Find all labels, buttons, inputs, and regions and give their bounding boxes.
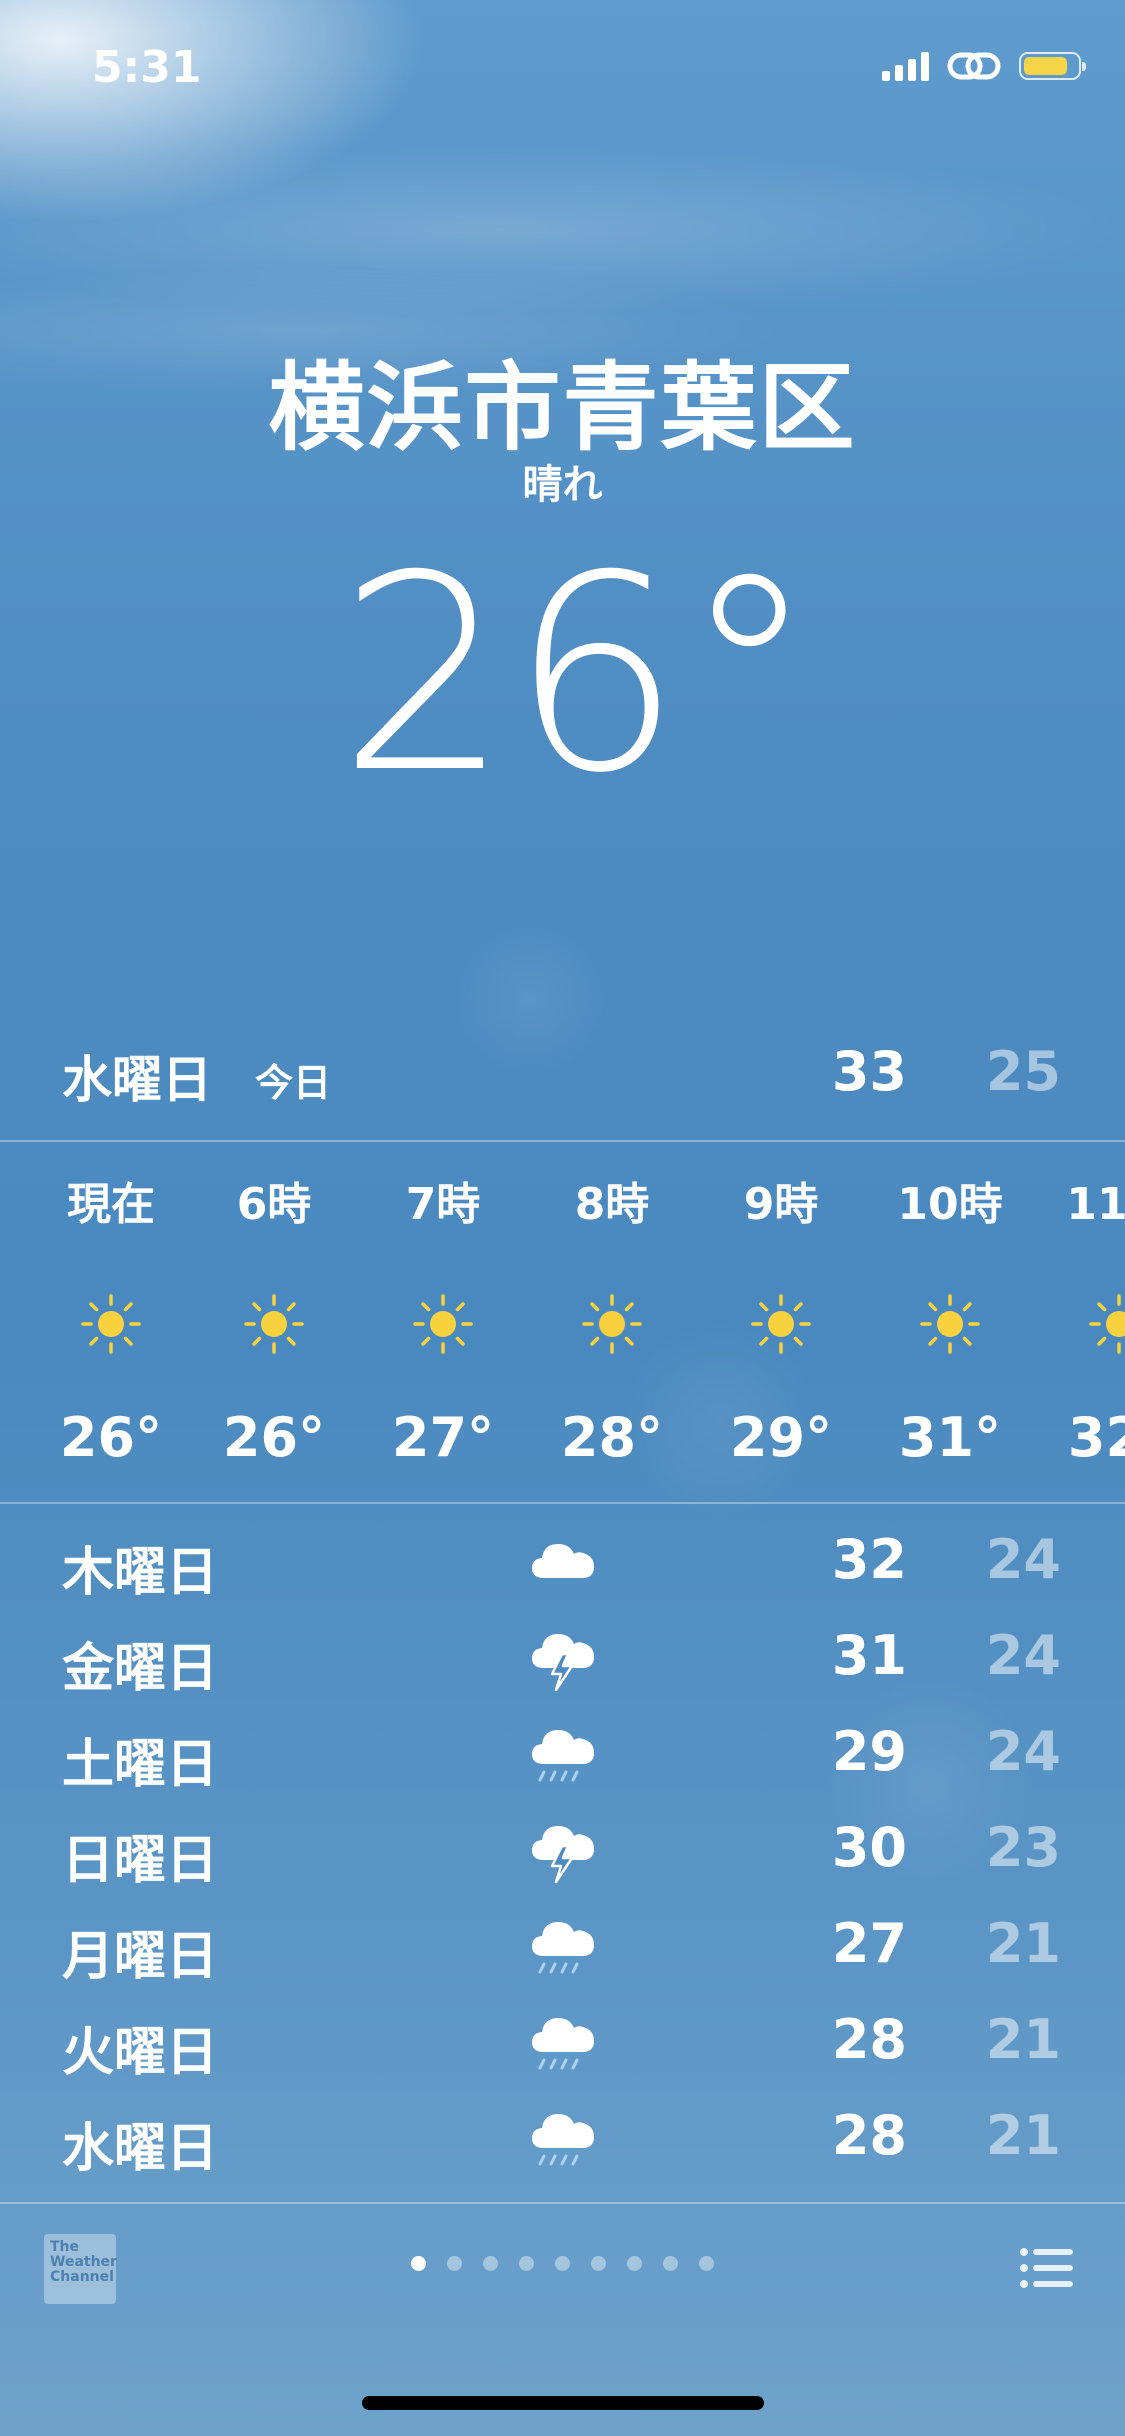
- day-low: 21: [985, 2104, 1061, 2167]
- sun-icon: [749, 1292, 813, 1356]
- daily-row: 月曜日 27 21: [0, 1902, 1125, 1992]
- day-high: 28: [831, 2008, 907, 2071]
- day-low: 23: [985, 1816, 1061, 1879]
- day-low: 24: [985, 1528, 1061, 1591]
- day-high: 31: [831, 1624, 907, 1687]
- day-low: 21: [985, 2008, 1061, 2071]
- rain-icon: [528, 1722, 598, 1788]
- hour-item: 現在 26°: [26, 1142, 196, 1469]
- hour-time: 6時: [236, 1179, 312, 1230]
- sun-icon: [918, 1292, 982, 1356]
- rain-icon: [528, 1914, 598, 1980]
- day-name: 水曜日: [62, 2119, 219, 2179]
- daily-row: 水曜日 28 21: [0, 2094, 1125, 2184]
- sun-icon: [1087, 1292, 1125, 1356]
- hour-temp: 31°: [898, 1406, 1002, 1469]
- hour-time: 10時: [897, 1179, 1003, 1230]
- day-high: 28: [831, 2104, 907, 2167]
- cellular-signal-icon: [882, 51, 929, 81]
- day-name: 月曜日: [62, 1927, 219, 1987]
- rain-icon: [528, 2106, 598, 2172]
- hour-temp: 26°: [59, 1406, 163, 1469]
- status-icons: [882, 50, 1086, 82]
- daily-row: 土曜日 29 24: [0, 1710, 1125, 1800]
- weather-condition: 晴れ: [522, 462, 603, 508]
- day-high: 27: [831, 1912, 907, 1975]
- hour-time: 現在: [67, 1179, 155, 1230]
- day-name: 日曜日: [62, 1831, 219, 1891]
- day-name: 木曜日: [62, 1543, 219, 1603]
- hour-time: 9時: [743, 1179, 819, 1230]
- hour-temp: 32°: [1067, 1406, 1125, 1469]
- daily-row: 木曜日 32 24: [0, 1518, 1125, 1608]
- day-high: 30: [831, 1816, 907, 1879]
- divider: [0, 2202, 1125, 2204]
- today-low: 25: [985, 1040, 1061, 1103]
- day-low: 21: [985, 1912, 1061, 1975]
- list-icon[interactable]: [1019, 2246, 1075, 2290]
- hour-time: 8時: [574, 1179, 650, 1230]
- today-day: 水曜日: [62, 1051, 212, 1109]
- day-name: 土曜日: [62, 1735, 219, 1795]
- page-dot[interactable]: [483, 2256, 498, 2271]
- thunderstorm-icon: [528, 1626, 598, 1692]
- daily-row: 金曜日 31 24: [0, 1614, 1125, 1704]
- battery-icon: [1019, 52, 1086, 80]
- thunderstorm-icon: [528, 1818, 598, 1884]
- current-temperature: 26°: [338, 517, 817, 832]
- divider: [0, 1502, 1125, 1504]
- day-high: 29: [831, 1720, 907, 1783]
- hour-item: 8時 28°: [527, 1142, 697, 1469]
- today-label: 今日: [255, 1061, 332, 1105]
- hour-item: 9時 29°: [696, 1142, 866, 1469]
- page-dot[interactable]: [663, 2256, 678, 2271]
- hour-temp: 26°: [222, 1406, 326, 1469]
- day-name: 火曜日: [62, 2023, 219, 2083]
- page-dot[interactable]: [591, 2256, 606, 2271]
- hour-item: 10時 31°: [865, 1142, 1035, 1469]
- page-dot[interactable]: [447, 2256, 462, 2271]
- daily-row: 火曜日 28 21: [0, 1998, 1125, 2088]
- hour-time: 11時: [1066, 1179, 1125, 1230]
- hour-item: 11時 32°: [1034, 1142, 1125, 1469]
- page-dot[interactable]: [519, 2256, 534, 2271]
- sun-icon: [242, 1292, 306, 1356]
- home-indicator[interactable]: [362, 2396, 764, 2410]
- hourly-forecast[interactable]: 現在 26° 6時 26° 7時 27° 8時 28° 9時 29° 10時 3…: [0, 1142, 1125, 1500]
- day-high: 32: [831, 1528, 907, 1591]
- cloud-icon: [528, 1530, 598, 1596]
- hour-temp: 29°: [729, 1406, 833, 1469]
- page-dot[interactable]: [699, 2256, 714, 2271]
- hour-temp: 28°: [560, 1406, 664, 1469]
- page-indicator[interactable]: [0, 2256, 1125, 2271]
- day-name: 金曜日: [62, 1639, 219, 1699]
- link-icon: [947, 52, 1001, 80]
- sun-icon: [79, 1292, 143, 1356]
- page-dot[interactable]: [555, 2256, 570, 2271]
- page-dot[interactable]: [411, 2256, 426, 2271]
- page-dot[interactable]: [627, 2256, 642, 2271]
- hour-temp: 27°: [391, 1406, 495, 1469]
- rain-icon: [528, 2010, 598, 2076]
- hour-item: 6時 26°: [189, 1142, 359, 1469]
- sun-icon: [580, 1292, 644, 1356]
- hour-item: 7時 27°: [358, 1142, 528, 1469]
- day-low: 24: [985, 1624, 1061, 1687]
- today-high: 33: [831, 1040, 907, 1103]
- city-name: 横浜市青葉区: [268, 352, 857, 464]
- today-row: 水曜日 今日 33 25: [0, 1030, 1125, 1110]
- hour-time: 7時: [405, 1179, 481, 1230]
- sun-icon: [411, 1292, 475, 1356]
- day-low: 24: [985, 1720, 1061, 1783]
- battery-fill: [1024, 57, 1068, 75]
- status-time: 5:31: [92, 42, 202, 93]
- daily-row: 日曜日 30 23: [0, 1806, 1125, 1896]
